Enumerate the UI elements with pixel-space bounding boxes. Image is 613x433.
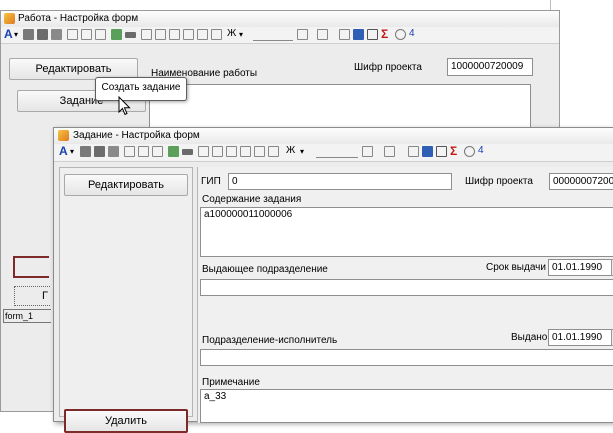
bar-icon[interactable] [125, 32, 136, 38]
tooltip-text: Создать задание [101, 82, 181, 93]
back-project-code-label: Шифр проекта [354, 62, 422, 73]
hash-icon[interactable] [436, 146, 447, 157]
sum-icon[interactable]: Σ [381, 27, 388, 41]
back-window-title: Работа - Настройка форм [18, 13, 139, 24]
sort-icon[interactable] [353, 29, 364, 40]
dropdown-arrow-icon[interactable]: ▾ [239, 30, 243, 39]
front-project-code-field[interactable]: 000000072000 [549, 173, 613, 190]
format-painter-icon[interactable] [108, 146, 119, 157]
columns-icon[interactable] [95, 29, 106, 40]
settings-icon[interactable] [464, 146, 475, 157]
font-color-button[interactable]: A [59, 144, 68, 158]
bar-icon[interactable] [182, 149, 193, 155]
toolbar-combo[interactable] [316, 146, 358, 158]
front-left-panel [59, 167, 193, 417]
executor-dept-label: Подразделение-исполнитель [202, 335, 338, 346]
bar-chart-icon[interactable] [168, 146, 179, 157]
create-task-tooltip: Создать задание [95, 77, 187, 101]
horizontal-size-icon[interactable] [211, 29, 222, 40]
copy-icon[interactable] [80, 146, 91, 157]
copy-icon[interactable] [23, 29, 34, 40]
back-window-toolbar: A ▾ Ж ▾ Σ 4 [1, 27, 559, 44]
format-painter-icon[interactable] [51, 29, 62, 40]
formula-icon[interactable] [408, 146, 419, 157]
sort-icon[interactable] [422, 146, 433, 157]
dropdown-arrow-icon[interactable]: ▾ [300, 147, 304, 156]
front-window-toolbar: A ▾ Ж ▾ Σ 4 [54, 144, 613, 162]
issue-deadline-label: Срок выдачи [486, 262, 546, 273]
language-icon[interactable]: 4 [409, 28, 415, 39]
vertical-size-icon[interactable] [254, 146, 265, 157]
back-left-button-label: Г [42, 290, 48, 302]
align-icon[interactable] [67, 29, 78, 40]
spacing-icon[interactable] [155, 29, 166, 40]
note-label: Примечание [202, 377, 260, 388]
content-field[interactable]: а100000011000006 [200, 207, 613, 257]
grid-icon[interactable] [138, 146, 149, 157]
columns-icon[interactable] [152, 146, 163, 157]
vertical-size-icon[interactable] [197, 29, 208, 40]
front-window-title: Задание - Настройка форм [73, 130, 200, 141]
horizontal-size-icon[interactable] [268, 146, 279, 157]
paste-icon[interactable] [94, 146, 105, 157]
front-project-code-label: Шифр проекта [465, 176, 533, 187]
paste-icon[interactable] [37, 29, 48, 40]
back-left-button[interactable]: Г [14, 286, 50, 306]
height-icon[interactable] [226, 146, 237, 157]
bar-chart-icon[interactable] [111, 29, 122, 40]
front-edit-button[interactable]: Редактировать [64, 174, 188, 196]
font-style-button[interactable]: Ж [227, 28, 236, 39]
hash-icon[interactable] [367, 29, 378, 40]
align-icon[interactable] [124, 146, 135, 157]
language-icon[interactable]: 4 [478, 145, 484, 156]
back-red-button[interactable] [13, 256, 49, 278]
distribute-icon[interactable] [198, 146, 209, 157]
list-icon[interactable] [317, 29, 328, 40]
width-icon[interactable] [183, 29, 194, 40]
back-window-titlebar[interactable]: Работа - Настройка форм [1, 11, 559, 28]
gip-label: ГИП [201, 176, 221, 187]
issuing-dept-field[interactable] [200, 279, 613, 296]
executor-dept-field[interactable] [200, 349, 613, 366]
app-icon [4, 13, 15, 24]
sum-icon[interactable]: Σ [450, 144, 457, 158]
content-label: Содержание задания [202, 194, 302, 205]
image-icon[interactable] [297, 29, 308, 40]
form-name-field[interactable]: form_1 [3, 309, 51, 323]
spacing-icon[interactable] [212, 146, 223, 157]
front-window-titlebar[interactable]: Задание - Настройка форм [54, 128, 613, 145]
dropdown-arrow-icon[interactable]: ▾ [70, 147, 74, 156]
issue-deadline-field[interactable]: 01.01.1990 [548, 259, 612, 276]
font-color-button[interactable]: A [4, 27, 13, 41]
delete-button[interactable]: Удалить [64, 409, 188, 433]
back-project-code-field[interactable]: 1000000720009 [447, 58, 533, 76]
form-name-label: form_1 [5, 311, 34, 321]
mouse-cursor-icon [118, 96, 131, 116]
image-icon[interactable] [362, 146, 373, 157]
grid-icon[interactable] [81, 29, 92, 40]
issued-label: Выдано [511, 332, 548, 343]
font-style-button[interactable]: Ж [286, 145, 295, 156]
settings-icon[interactable] [395, 29, 406, 40]
toolbar-combo[interactable] [253, 29, 293, 41]
note-field[interactable]: а_33 [200, 389, 613, 423]
height-icon[interactable] [169, 29, 180, 40]
app-icon [58, 130, 69, 141]
list-icon[interactable] [384, 146, 395, 157]
gip-field[interactable]: 0 [228, 173, 452, 190]
formula-icon[interactable] [339, 29, 350, 40]
distribute-icon[interactable] [141, 29, 152, 40]
width-icon[interactable] [240, 146, 251, 157]
front-window: Задание - Настройка форм A ▾ Ж ▾ Σ 4 Ред… [53, 127, 613, 433]
issued-field[interactable]: 01.01.1990 [548, 329, 612, 346]
dropdown-arrow-icon[interactable]: ▾ [14, 30, 18, 39]
issuing-dept-label: Выдающее подразделение [202, 264, 328, 275]
